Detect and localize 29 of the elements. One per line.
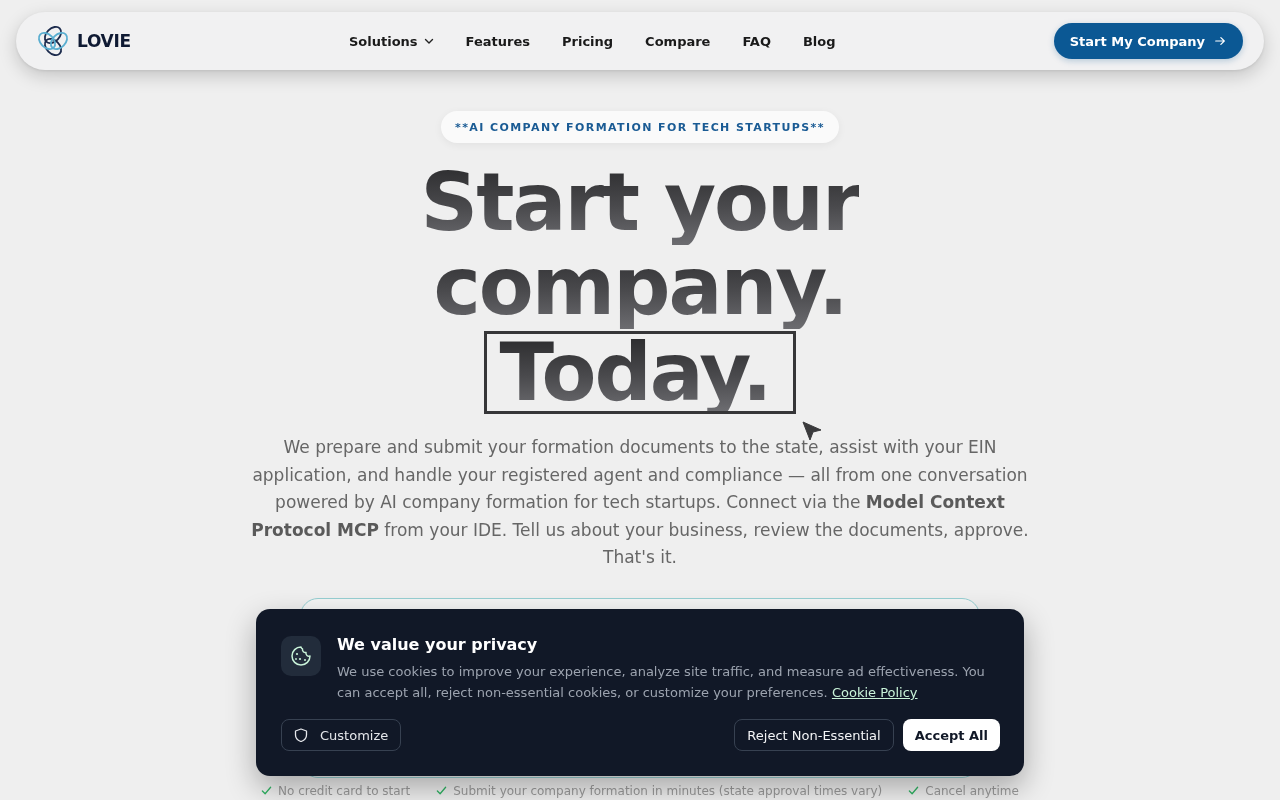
feature-text: Cancel anytime [925, 783, 1019, 798]
nav-link[interactable]: Features [465, 33, 530, 49]
nav-dropdown[interactable]: Solutions [349, 33, 434, 49]
cursor-arrow-icon [802, 421, 823, 441]
check-icon [436, 785, 448, 796]
feature-text: Submit your company formation in minutes (state approval times vary) [453, 783, 883, 798]
logo-text: LOVIE [77, 31, 131, 51]
chevron-down-icon [423, 36, 434, 46]
nav-link[interactable]: Blog [802, 33, 836, 49]
cookie-icon [281, 636, 321, 676]
cookie-text: We use cookies to improve your experience, analyze site traffic, and measure ad effectiveness. You can accept all, reject non-essential cookies, or customize your preferences. Cookie Policy [337, 663, 986, 702]
feature-text: No credit card to start [278, 783, 411, 798]
nav-link[interactable]: Compare [645, 33, 711, 49]
cookie-policy-link[interactable]: Cookie Policy [831, 685, 918, 700]
nav-link[interactable]: Pricing [562, 33, 614, 49]
reject-button[interactable]: Reject Non-Essential [734, 719, 894, 751]
boxed-headline-text: Today. [483, 331, 797, 414]
start-company-button[interactable]: Start My Company [1053, 23, 1243, 59]
hero-description: We prepare and submit your formation documents to the state, assist with your EIN application, and handle your registered agent and compliance — all from one conversation powered by AI company formation for tech startups. Connect via the Model Context Protocol MCP from your IDE. Tell us about your business, review the documents, approve. That's it. [250, 436, 1030, 569]
check-icon [261, 785, 273, 796]
check-icon [908, 785, 920, 796]
knot-logo-icon [36, 24, 70, 58]
tagline-badge: **AI COMPANY FORMATION FOR TECH STARTUPS** [441, 111, 839, 143]
accept-button[interactable]: Accept All [902, 719, 1000, 751]
cookie-title: We value your privacy [337, 635, 539, 655]
customize-button[interactable]: Customize [281, 719, 402, 751]
nav-link[interactable]: FAQ [742, 33, 771, 49]
shield-icon [294, 728, 308, 742]
arrow-right-icon [1214, 35, 1226, 47]
